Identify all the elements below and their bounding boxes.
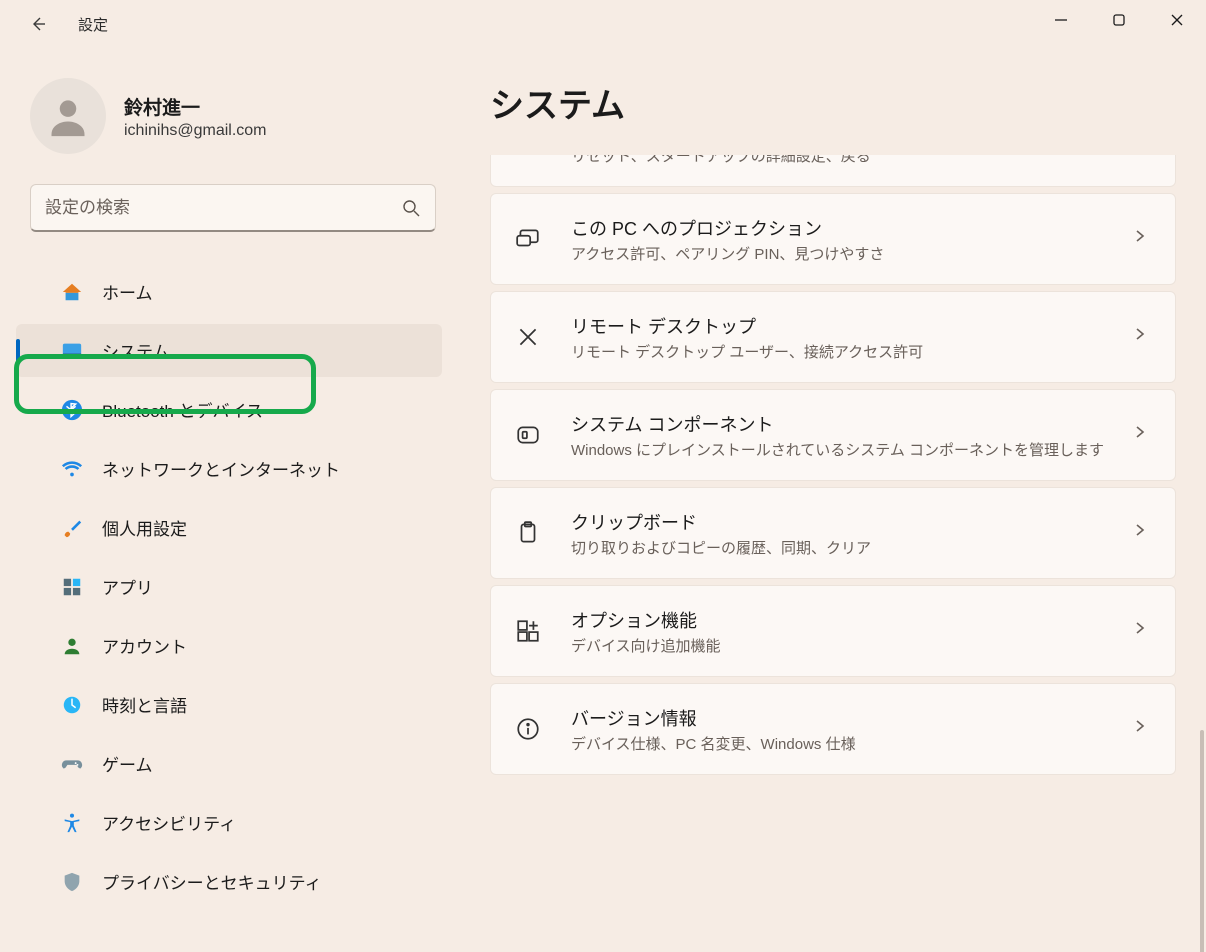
profile-email: ichinihs@gmail.com: [124, 122, 267, 140]
scrollbar-thumb[interactable]: [1200, 730, 1204, 952]
shield-icon: [60, 870, 84, 894]
search-input[interactable]: [45, 198, 401, 218]
sidebar-item-label: アカウント: [102, 633, 187, 658]
chevron-right-icon: [1133, 621, 1153, 641]
search-icon: [401, 198, 421, 218]
home-icon: [60, 280, 84, 304]
card-subtitle: Windows にプレインストールされているシステム コンポーネントを管理します: [571, 439, 1105, 460]
clock-globe-icon: [60, 693, 84, 717]
sidebar-item-label: Bluetooth とデバイス: [102, 397, 263, 422]
sidebar-item-system[interactable]: システム: [16, 324, 442, 377]
card-subtitle: 切り取りおよびコピーの履歴、同期、クリア: [571, 537, 1105, 558]
sidebar-item-label: システム: [102, 338, 170, 363]
accessibility-icon: [60, 811, 84, 835]
sidebar-nav: ホーム システム Bluetooth とデバイス: [0, 262, 450, 911]
projection-icon: [513, 224, 543, 254]
optional-features-icon: [513, 616, 543, 646]
card-subtitle: リモート デスクトップ ユーザー、接続アクセス許可: [571, 341, 1105, 362]
main-content: システム 回復 リセット、スタートアップの詳細設定、戻る: [450, 48, 1206, 952]
window-controls: [1032, 0, 1206, 40]
system-icon: [60, 339, 84, 363]
apps-icon: [60, 575, 84, 599]
sidebar-item-network[interactable]: ネットワークとインターネット: [16, 442, 442, 495]
sidebar-item-label: ネットワークとインターネット: [102, 456, 340, 481]
chevron-right-icon: [1133, 327, 1153, 347]
card-title: この PC へのプロジェクション: [571, 215, 1105, 241]
card-title: システム コンポーネント: [571, 411, 1105, 437]
chevron-right-icon: [1133, 523, 1153, 543]
paintbrush-icon: [60, 516, 84, 540]
gamepad-icon: [60, 752, 84, 776]
card-title: バージョン情報: [571, 705, 1105, 731]
page-title: システム: [490, 78, 1176, 127]
sidebar-item-bluetooth[interactable]: Bluetooth とデバイス: [16, 383, 442, 436]
search-box[interactable]: [30, 184, 436, 232]
card-title: クリップボード: [571, 509, 1105, 535]
card-system-components[interactable]: システム コンポーネント Windows にプレインストールされているシステム …: [490, 389, 1176, 481]
card-remote-desktop[interactable]: リモート デスクトップ リモート デスクトップ ユーザー、接続アクセス許可: [490, 291, 1176, 383]
card-project-to-pc[interactable]: この PC へのプロジェクション アクセス許可、ペアリング PIN、見つけやすさ: [490, 193, 1176, 285]
sidebar-item-label: 時刻と言語: [102, 692, 187, 717]
account-icon: [60, 634, 84, 658]
titlebar: 設定: [0, 0, 1206, 48]
profile-name: 鈴村進一: [124, 93, 267, 120]
card-subtitle: アクセス許可、ペアリング PIN、見つけやすさ: [571, 243, 1105, 264]
card-optional-features[interactable]: オプション機能 デバイス向け追加機能: [490, 585, 1176, 677]
close-button[interactable]: [1148, 0, 1206, 40]
wifi-icon: [60, 457, 84, 481]
sidebar: 鈴村進一 ichinihs@gmail.com ホーム: [0, 48, 450, 952]
maximize-button[interactable]: [1090, 0, 1148, 40]
sidebar-item-privacy[interactable]: プライバシーとセキュリティ: [16, 855, 442, 908]
components-icon: [513, 420, 543, 450]
card-subtitle: デバイス向け追加機能: [571, 635, 1105, 656]
sidebar-item-apps[interactable]: アプリ: [16, 560, 442, 613]
chevron-right-icon: [1133, 229, 1153, 249]
settings-card-list: 回復 リセット、スタートアップの詳細設定、戻る この PC へのプロジェクション…: [490, 155, 1176, 775]
sidebar-item-label: ゲーム: [102, 751, 153, 776]
info-icon: [513, 714, 543, 744]
sidebar-item-accessibility[interactable]: アクセシビリティ: [16, 796, 442, 849]
card-title: オプション機能: [571, 607, 1105, 633]
sidebar-item-label: 個人用設定: [102, 515, 187, 540]
sidebar-item-accounts[interactable]: アカウント: [16, 619, 442, 672]
profile-block[interactable]: 鈴村進一 ichinihs@gmail.com: [0, 78, 450, 154]
card-subtitle: デバイス仕様、PC 名変更、Windows 仕様: [571, 733, 1105, 754]
back-button[interactable]: [26, 12, 50, 36]
sidebar-item-home[interactable]: ホーム: [16, 265, 442, 318]
card-about[interactable]: バージョン情報 デバイス仕様、PC 名変更、Windows 仕様: [490, 683, 1176, 775]
sidebar-item-time-language[interactable]: 時刻と言語: [16, 678, 442, 731]
card-title: リモート デスクトップ: [571, 313, 1105, 339]
sidebar-item-label: アプリ: [102, 574, 153, 599]
avatar: [30, 78, 106, 154]
clipboard-icon: [513, 518, 543, 548]
sidebar-item-personalization[interactable]: 個人用設定: [16, 501, 442, 554]
bluetooth-icon: [60, 398, 84, 422]
chevron-right-icon: [1133, 719, 1153, 739]
recovery-icon: [513, 155, 543, 156]
card-clipboard[interactable]: クリップボード 切り取りおよびコピーの履歴、同期、クリア: [490, 487, 1176, 579]
sidebar-item-label: プライバシーとセキュリティ: [102, 869, 322, 894]
sidebar-item-gaming[interactable]: ゲーム: [16, 737, 442, 790]
card-recovery[interactable]: 回復 リセット、スタートアップの詳細設定、戻る: [490, 155, 1176, 187]
sidebar-item-label: ホーム: [102, 279, 153, 304]
settings-window: 設定 鈴村進一 ichinihs@gmail.com: [0, 0, 1206, 952]
remote-desktop-icon: [513, 322, 543, 352]
sidebar-item-label: アクセシビリティ: [102, 810, 236, 835]
card-subtitle: リセット、スタートアップの詳細設定、戻る: [571, 155, 1105, 166]
minimize-button[interactable]: [1032, 0, 1090, 40]
window-title: 設定: [78, 14, 108, 35]
chevron-right-icon: [1133, 425, 1153, 445]
